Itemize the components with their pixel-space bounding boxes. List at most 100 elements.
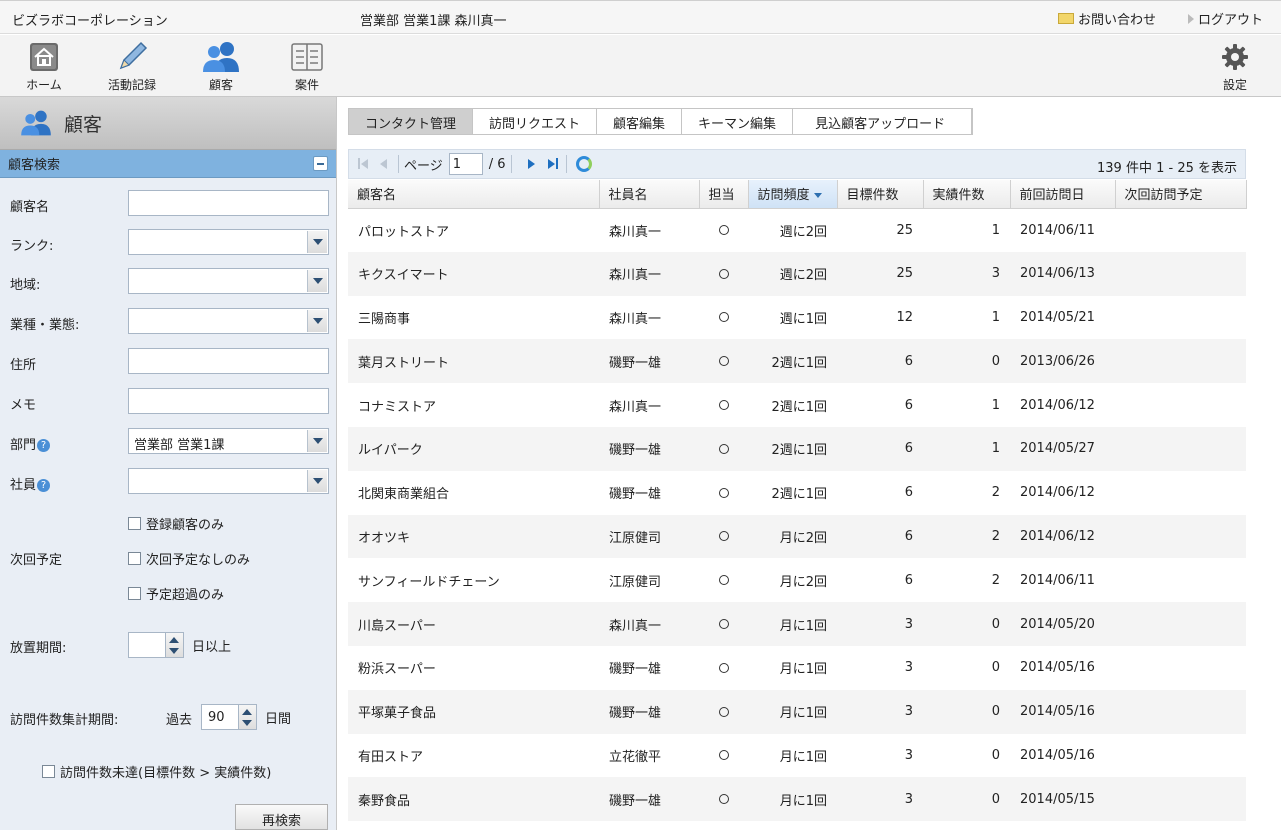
col-in-charge[interactable]: 担当	[699, 180, 749, 209]
cell-employee-name: 磯野一雄	[599, 689, 699, 734]
overdue-only-checkbox[interactable]: 予定超過のみ	[128, 584, 224, 603]
table-row[interactable]: キクスイマート森川真一 ○ 週に2回2532014/06/13	[348, 251, 1246, 296]
checkbox-box	[128, 587, 141, 600]
cell-actual-count: 1	[991, 222, 1000, 238]
refresh-icon[interactable]	[575, 156, 592, 172]
current-user: 営業部 営業1課 森川真一	[360, 14, 507, 29]
cell-employee-name: 立花徹平	[609, 749, 662, 765]
table-row[interactable]: 三陽商事 森川真一 ○ 週に1回 12 1 2014/05/21	[348, 296, 1246, 340]
cell-next-visit	[1115, 558, 1246, 602]
department-value: 営業部 営業1課	[134, 438, 225, 453]
cell-target-count: 3	[837, 602, 923, 646]
tab-customer-edit[interactable]: 顧客編集	[597, 109, 683, 134]
toolbar-settings[interactable]: 設定	[1200, 39, 1270, 93]
registered-only-checkbox[interactable]: 登録顧客のみ	[128, 514, 224, 533]
col-last-visit[interactable]: 前回訪問日	[1010, 180, 1116, 209]
neglect-input[interactable]	[128, 632, 166, 658]
logout-link[interactable]: ログアウト	[1188, 9, 1263, 28]
contact-link[interactable]: お問い合わせ	[1058, 9, 1156, 28]
cell-in-charge: ○	[699, 514, 748, 559]
help-icon[interactable]: ?	[37, 439, 51, 452]
field-row-industry: 業種・業態:	[0, 308, 337, 336]
next-page-icon[interactable]	[523, 156, 539, 172]
table-row[interactable]: 川島スーパー森川真一 ○ 月に1回302014/05/20	[348, 602, 1246, 646]
in-charge-circle-icon: ○	[718, 619, 729, 630]
table-row[interactable]: 有田ストア 立花徹平 ○ 月に1回 3 0 2014/05/16	[348, 734, 1246, 778]
cell-actual-count: 0	[923, 689, 1010, 734]
tab-contact-management[interactable]: コンタクト管理	[349, 109, 474, 134]
unmet-checkbox[interactable]: 訪問件数未達(目標件数 > 実績件数)	[42, 762, 271, 781]
col-visit-frequency[interactable]: 訪問頻度	[748, 180, 838, 209]
sort-desc-icon	[813, 193, 822, 199]
label-department-text: 部門	[10, 438, 37, 453]
cell-actual-count: 2	[923, 514, 1010, 559]
tab-visit-request[interactable]: 訪問リクエスト	[473, 109, 598, 134]
help-icon[interactable]: ?	[37, 479, 51, 492]
col-employee-name[interactable]: 社員名	[599, 180, 700, 209]
table-row[interactable]: 北関東商業組合 磯野一雄 ○ 2週に1回 6 2 2014/06/12	[348, 471, 1246, 515]
collapse-icon[interactable]	[313, 156, 328, 171]
no-next-only-checkbox[interactable]: 次回予定なしのみ	[128, 549, 250, 568]
table-row[interactable]: オオツキ江原健司 ○ 月に2回622014/06/12	[348, 514, 1246, 559]
toolbar-activity[interactable]: 活動記録	[97, 39, 167, 93]
spinner-buttons[interactable]	[166, 632, 184, 658]
col-customer-name[interactable]: 顧客名	[348, 180, 600, 209]
spinner-buttons[interactable]	[239, 704, 257, 730]
employee-select[interactable]	[128, 468, 329, 494]
cell-customer-name: パロットストア	[358, 224, 450, 240]
visit-period-input[interactable]: 90	[201, 704, 239, 730]
table-row[interactable]: 平塚菓子食品磯野一雄 ○ 月に1回302014/05/16	[348, 689, 1246, 734]
in-charge-circle-icon: ○	[718, 750, 729, 761]
spin-down-icon[interactable]	[242, 720, 252, 726]
cell-visit-frequency: 2週に1回	[771, 399, 827, 415]
prev-page-icon[interactable]	[377, 156, 393, 172]
cell-next-visit	[1115, 251, 1246, 296]
table-row[interactable]: 秦野食品磯野一雄 ○ 月に1回302014/05/15	[348, 777, 1246, 822]
spin-down-icon[interactable]	[169, 648, 179, 654]
cell-visit-frequency: 月に2回	[779, 574, 827, 590]
first-page-icon[interactable]	[355, 156, 371, 172]
toolbar-deal[interactable]: 案件	[272, 39, 342, 93]
table-row[interactable]: 葉月ストリート磯野一雄 ○ 2週に1回602013/06/26	[348, 339, 1246, 384]
cell-employee-name: 磯野一雄	[609, 662, 662, 678]
main-toolbar: ホーム 活動記録 顧客 案件 設定	[0, 35, 1281, 97]
tab-prospect-upload[interactable]: 見込顧客アップロード	[793, 109, 973, 134]
research-button[interactable]: 再検索	[235, 804, 328, 830]
rank-select[interactable]	[128, 229, 329, 255]
page-input[interactable]: 1	[448, 153, 483, 175]
cell-employee-name: 磯野一雄	[599, 339, 699, 384]
address-input[interactable]	[128, 348, 329, 374]
field-row-name: 顧客名	[0, 190, 337, 218]
cell-actual-count: 3	[923, 251, 1010, 296]
in-charge-circle-icon: ○	[718, 794, 729, 805]
table-row[interactable]: パロットストア 森川真一 ○ 週に2回 25 1 2014/06/11	[348, 208, 1246, 252]
region-select[interactable]	[128, 268, 329, 294]
toolbar-customer[interactable]: 顧客	[186, 39, 256, 93]
customer-name-input[interactable]	[128, 190, 329, 216]
neglect-spinner[interactable]: 日以上	[128, 632, 231, 658]
page-label: ページ	[404, 158, 443, 174]
pager: ページ 1 / 6 139 件中 1 - 25 を表示	[348, 149, 1246, 179]
cell-target-count: 3	[904, 660, 913, 676]
table-body: パロットストア森川真一○週に2回2512014/06/11キクスイマート森川真一…	[348, 208, 1246, 822]
table-row[interactable]: 粉浜スーパー 磯野一雄 ○ 月に1回 3 0 2014/05/16	[348, 646, 1246, 690]
memo-input[interactable]	[128, 388, 329, 414]
industry-select[interactable]	[128, 308, 329, 334]
table-row[interactable]: コナミストア 森川真一 ○ 2週に1回 6 1 2014/06/12	[348, 383, 1246, 427]
tab-keyman-edit[interactable]: キーマン編集	[682, 109, 794, 134]
last-page-icon[interactable]	[545, 156, 561, 172]
toolbar-home[interactable]: ホーム	[9, 39, 79, 93]
col-next-visit[interactable]: 次回訪問予定	[1115, 180, 1247, 209]
mail-icon	[1058, 13, 1074, 24]
spin-up-icon[interactable]	[169, 637, 179, 643]
col-actual-count[interactable]: 実績件数	[923, 180, 1011, 209]
col-target-count[interactable]: 目標件数	[837, 180, 924, 209]
overdue-only-label: 予定超過のみ	[146, 588, 225, 603]
department-select[interactable]: 営業部 営業1課	[128, 428, 329, 454]
cell-next-visit	[1115, 514, 1246, 559]
cell-last-visit: 2014/06/11	[1020, 222, 1095, 238]
table-row[interactable]: ルイパーク磯野一雄 ○ 2週に1回612014/05/27	[348, 426, 1246, 471]
spin-up-icon[interactable]	[242, 709, 252, 715]
visit-period-spinner[interactable]: 90 日間	[201, 704, 291, 730]
table-row[interactable]: サンフィールドチェーン 江原健司 ○ 月に2回 6 2 2014/06/11	[348, 558, 1246, 602]
